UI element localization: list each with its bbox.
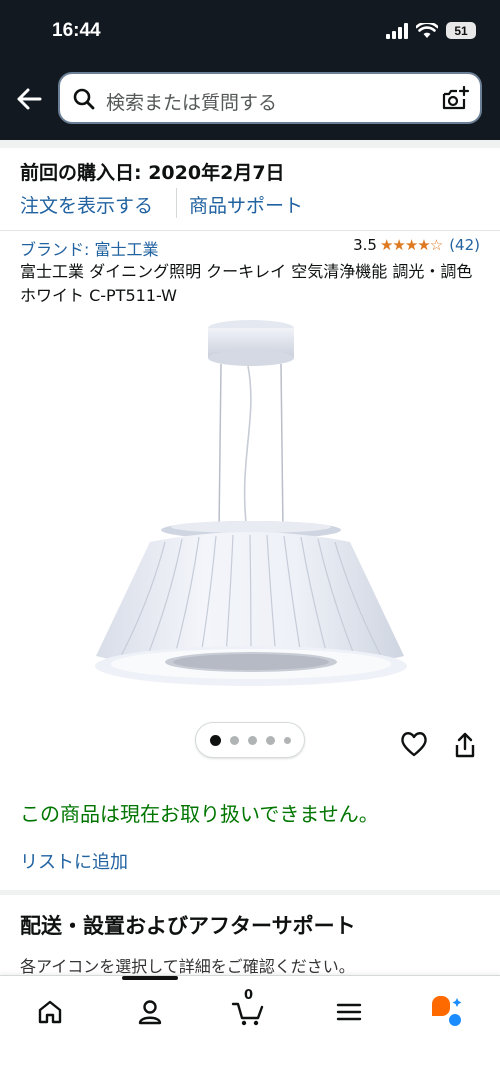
availability-status: この商品は現在お取り扱いできません。 — [20, 802, 379, 826]
previous-purchase-date: 前回の購入日: 2020年2月7日 — [20, 162, 285, 184]
add-to-list-link[interactable]: リストに追加 — [20, 848, 128, 874]
cart-button[interactable]: 0 — [229, 988, 269, 1032]
status-time: 16:44 — [52, 20, 101, 41]
signal-icon — [386, 22, 408, 39]
share-icon[interactable] — [453, 731, 477, 759]
search-icon — [73, 88, 95, 110]
nav-active-indicator — [122, 976, 178, 980]
heart-icon[interactable] — [400, 731, 428, 757]
carousel-dot[interactable] — [265, 735, 275, 745]
link-divider — [176, 188, 177, 218]
section-divider — [0, 230, 500, 231]
back-arrow-icon[interactable] — [12, 82, 46, 116]
section-divider — [0, 890, 500, 895]
rating-count[interactable]: (42) — [449, 236, 480, 254]
brand-link[interactable]: ブランド: 富士工業 — [20, 236, 158, 260]
wifi-icon — [416, 22, 438, 38]
carousel-dot[interactable] — [283, 736, 291, 744]
product-support-link[interactable]: 商品サポート — [189, 191, 303, 218]
carousel-dot[interactable] — [209, 734, 221, 746]
delivery-note: 各アイコンを選択して詳細をご確認ください。 — [20, 957, 355, 976]
product-title: 富士工業 ダイニング照明 クーキレイ 空気清浄機能 調光・調色 ホワイト C-P… — [20, 262, 473, 305]
rating[interactable]: 3.5 ★★★★☆ (42) — [353, 236, 480, 254]
battery-indicator: 51 — [446, 22, 476, 39]
header-divider — [0, 140, 500, 148]
camera-icon[interactable] — [440, 84, 470, 114]
status-icons: 51 — [386, 22, 476, 39]
app-header: 16:44 51 検索または質問する — [0, 0, 500, 140]
cart-count: 0 — [244, 988, 254, 1003]
delivery-heading: 配送・設置およびアフターサポート — [20, 914, 356, 938]
menu-icon[interactable] — [329, 992, 369, 1032]
home-icon[interactable] — [30, 992, 70, 1032]
search-input[interactable]: 検索または質問する — [106, 88, 277, 115]
assistant-icon[interactable] — [426, 992, 466, 1032]
bottom-nav: 0 — [0, 975, 500, 1081]
product-image[interactable] — [0, 310, 500, 710]
carousel-dot[interactable] — [247, 735, 257, 745]
carousel-dot[interactable] — [229, 735, 239, 745]
image-carousel-dots[interactable] — [195, 722, 305, 758]
view-order-link[interactable]: 注文を表示する — [20, 191, 153, 218]
search-bar[interactable]: 検索または質問する — [58, 72, 482, 124]
account-icon[interactable] — [130, 992, 170, 1032]
star-rating-icon: ★★★★☆ — [379, 236, 443, 254]
rating-value: 3.5 — [353, 236, 377, 254]
